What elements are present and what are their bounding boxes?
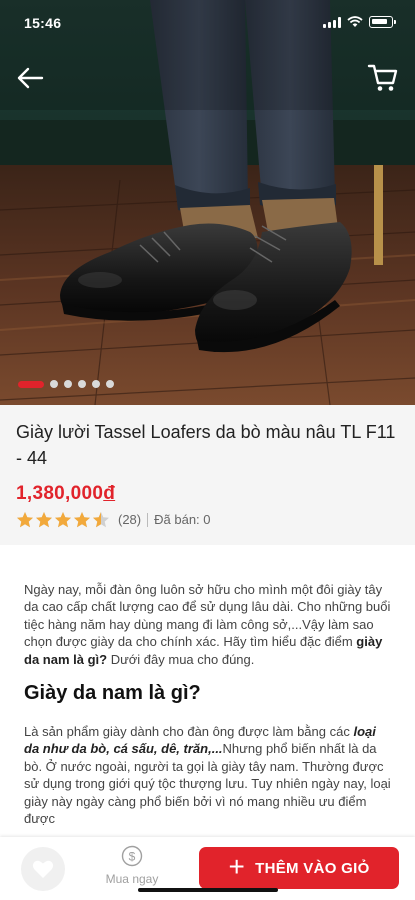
signal-icon [323, 16, 341, 28]
pagination-dot[interactable] [50, 380, 58, 388]
battery-icon [369, 16, 396, 28]
plus-icon: + [228, 851, 246, 882]
product-title: Giày lười Tassel Loafers da bò màu nâu T… [16, 422, 396, 468]
description-heading: Giày da nam là gì? [24, 682, 201, 705]
description-intro: Ngày nay, mỗi đàn ông luôn sở hữu cho mì… [24, 581, 391, 668]
status-time: 15:46 [24, 15, 62, 31]
intro-end-text: Dưới đây mua cho đúng. [107, 651, 255, 667]
gallery-pagination[interactable] [18, 380, 114, 388]
pagination-dot[interactable] [78, 380, 86, 388]
wifi-icon [347, 16, 363, 27]
cart-button[interactable] [363, 58, 403, 98]
product-photo [0, 0, 415, 405]
star-full-icon [55, 512, 71, 528]
status-bar: 15:46 [0, 0, 415, 48]
body-text: Là sản phẩm giày dành cho đàn ông được l… [24, 724, 354, 740]
price-amount: 1,380,000 [16, 483, 104, 504]
wishlist-button[interactable] [21, 847, 65, 891]
buy-now-button[interactable]: $ Mua ngay [96, 845, 168, 893]
pagination-dot-active[interactable] [18, 380, 44, 388]
star-full-icon [36, 512, 52, 528]
rating-stars [16, 511, 110, 528]
add-to-cart-button[interactable]: + THÊM VÀO GIỎ [199, 847, 399, 889]
star-full-icon [74, 512, 90, 528]
product-description: Ngày nay, mỗi đàn ông luôn sở hữu cho mì… [0, 545, 415, 837]
product-price: 1,380,000đ [16, 483, 399, 505]
add-to-cart-label: THÊM VÀO GIỎ [255, 859, 370, 877]
star-full-icon [17, 512, 33, 528]
product-info: Giày lười Tassel Loafers da bò màu nâu T… [0, 405, 415, 545]
cart-icon [367, 64, 398, 91]
heart-icon [32, 860, 54, 878]
pagination-dot[interactable] [64, 380, 72, 388]
rating-row[interactable]: (28) Đã bán: 0 [16, 511, 399, 528]
back-button[interactable] [12, 60, 48, 96]
rating-count: (28) [118, 512, 142, 527]
pagination-dot[interactable] [92, 380, 100, 388]
dollar-coin-icon: $ [121, 845, 143, 867]
svg-text:$: $ [129, 850, 136, 864]
product-image-gallery[interactable]: 15:46 [0, 0, 415, 405]
status-icons [323, 16, 396, 28]
home-indicator[interactable] [138, 888, 278, 892]
divider [147, 512, 149, 527]
buy-now-label: Mua ngay [105, 872, 159, 886]
arrow-left-icon [17, 67, 44, 89]
description-body: Là sản phẩm giày dành cho đàn ông được l… [24, 723, 391, 827]
star-half-icon [93, 512, 109, 528]
price-currency: đ [103, 483, 116, 504]
sold-count: Đã bán: 0 [154, 512, 211, 527]
intro-text: Ngày nay, mỗi đàn ông luôn sở hữu cho mì… [24, 582, 391, 650]
pagination-dot[interactable] [106, 380, 114, 388]
